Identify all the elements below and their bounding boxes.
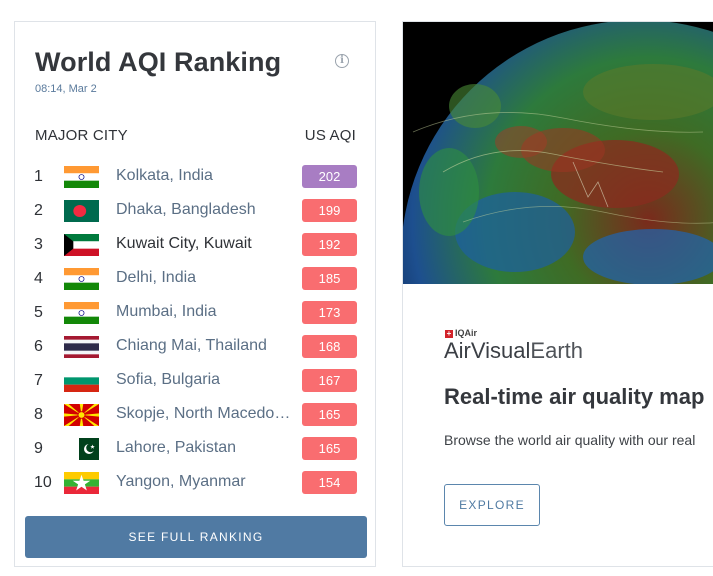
promo-description: Browse the world air quality with our re… (444, 432, 696, 448)
north-macedonia-flag-icon (64, 404, 99, 426)
ranking-timestamp: 08:14, Mar 2 (35, 83, 97, 95)
column-header-us-aqi: US AQI (304, 127, 356, 144)
rank-number: 4 (34, 270, 43, 287)
ranking-row[interactable]: 5 Mumbai, India 173 (15, 295, 375, 329)
ranking-row[interactable]: 4 Delhi, India 185 (15, 261, 375, 295)
city-link[interactable]: Kuwait City, Kuwait (116, 235, 292, 253)
ranking-row[interactable]: 6 Chiang Mai, Thailand 168 (15, 329, 375, 363)
city-link[interactable]: Mumbai, India (116, 303, 292, 321)
city-link[interactable]: Dhaka, Bangladesh (116, 201, 292, 219)
india-flag-icon (64, 302, 99, 324)
ranking-row[interactable]: 8 Skopje, North Macedonia 165 (15, 397, 375, 431)
myanmar-flag-icon (64, 472, 99, 494)
ranking-title: World AQI Ranking (35, 47, 282, 77)
aqi-badge: 165 (302, 437, 357, 460)
thailand-flag-icon (64, 336, 99, 358)
kuwait-flag-icon (64, 234, 99, 256)
rank-number: 3 (34, 236, 43, 253)
pakistan-flag-icon (73, 438, 99, 460)
aqi-badge: 165 (302, 403, 357, 426)
info-icon[interactable]: i (335, 54, 349, 68)
city-link[interactable]: Sofia, Bulgaria (116, 371, 292, 389)
city-link[interactable]: Delhi, India (116, 269, 292, 287)
aqi-badge: 168 (302, 335, 357, 358)
rank-number: 1 (34, 168, 43, 185)
ranking-row[interactable]: 1 Kolkata, India 202 (15, 159, 375, 193)
aqi-badge: 173 (302, 301, 357, 324)
ranking-list: 1 Kolkata, India 202 2 Dhaka, Bangladesh… (15, 159, 375, 499)
airvisual-earth-logo: AirVisualEarth (444, 338, 584, 363)
see-full-ranking-button[interactable]: SEE FULL RANKING (25, 516, 367, 558)
ranking-row[interactable]: 9 Lahore, Pakistan 165 (15, 431, 375, 465)
rank-number: 2 (34, 202, 43, 219)
aqi-badge: 154 (302, 471, 357, 494)
city-link[interactable]: Yangon, Myanmar (116, 473, 292, 491)
city-link[interactable]: Lahore, Pakistan (116, 439, 292, 457)
bulgaria-flag-icon (64, 370, 99, 392)
promo-heading: Real-time air quality map (444, 384, 705, 409)
ranking-row[interactable]: 10 Yangon, Myanmar 154 (15, 465, 375, 499)
aqi-badge: 192 (302, 233, 357, 256)
city-link[interactable]: Skopje, North Macedonia (116, 405, 292, 423)
city-link[interactable]: Kolkata, India (116, 167, 292, 185)
city-link[interactable]: Chiang Mai, Thailand (116, 337, 292, 355)
rank-number: 10 (34, 474, 52, 491)
airvisual-earth-promo-card: + IQAir AirVisualEarth Real-time air qual… (402, 21, 713, 567)
earth-air-quality-globe-image[interactable] (403, 22, 713, 284)
bangladesh-flag-icon (64, 200, 99, 222)
india-flag-icon (64, 166, 99, 188)
aqi-badge: 199 (302, 199, 357, 222)
rank-number: 9 (34, 440, 43, 457)
ranking-row[interactable]: 2 Dhaka, Bangladesh 199 (15, 193, 375, 227)
rank-number: 6 (34, 338, 43, 355)
aqi-badge: 185 (302, 267, 357, 290)
rank-number: 8 (34, 406, 43, 423)
iqair-logo: + IQAir (445, 328, 478, 338)
ranking-row[interactable]: 3 Kuwait City, Kuwait 192 (15, 227, 375, 261)
column-header-major-city: MAJOR CITY (35, 127, 128, 144)
explore-button[interactable]: EXPLORE (444, 484, 540, 526)
aqi-badge: 167 (302, 369, 357, 392)
ranking-row[interactable]: 7 Sofia, Bulgaria 167 (15, 363, 375, 397)
india-flag-icon (64, 268, 99, 290)
rank-number: 7 (34, 372, 43, 389)
aqi-badge: 202 (302, 165, 357, 188)
world-aqi-ranking-card: World AQI Ranking i 08:14, Mar 2 MAJOR C… (14, 21, 376, 567)
rank-number: 5 (34, 304, 43, 321)
